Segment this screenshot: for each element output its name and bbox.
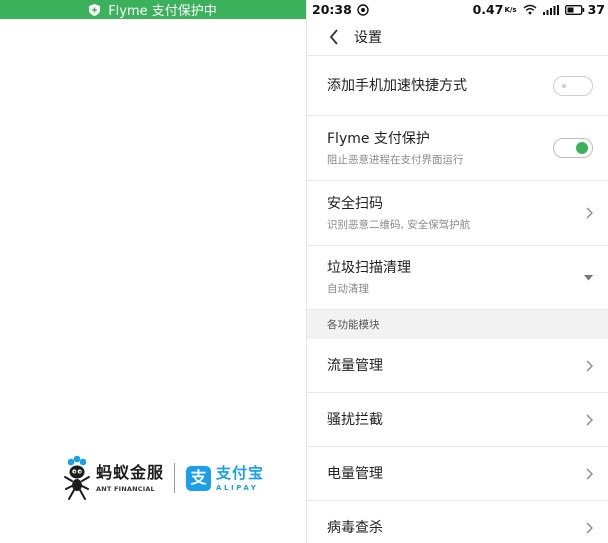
- alipay-wordmark: 支付宝 ALIPAY: [216, 463, 265, 492]
- back-arrow-icon[interactable]: [320, 23, 348, 51]
- setting-label: 安全扫码: [327, 195, 383, 212]
- settings-pane: 20:38 0.47 K/s 37 设置 添加手机加速快捷方式 Flyme 支付…: [306, 0, 608, 543]
- alipay-logo-icon: 支: [186, 465, 212, 491]
- setting-description: 识别恶意二维码, 安全保驾护航: [327, 218, 471, 231]
- battery-level: 37: [587, 2, 605, 17]
- chevron-right-icon: [586, 522, 593, 534]
- setting-label: 垃圾扫描清理: [327, 260, 411, 276]
- setting-harassment-blocking[interactable]: 骚扰拦截: [307, 393, 608, 447]
- setting-label: 骚扰拦截: [327, 411, 383, 428]
- section-header-modules: 各功能模块: [307, 310, 608, 339]
- ant-financial-logo-icon: [62, 455, 92, 501]
- setting-label: 电量管理: [327, 465, 383, 482]
- setting-flyme-pay-protection[interactable]: Flyme 支付保护 阻止恶意进程在支付界面运行: [307, 116, 608, 181]
- setting-traffic-management[interactable]: 流量管理: [307, 339, 608, 393]
- settings-list: 添加手机加速快捷方式 Flyme 支付保护 阻止恶意进程在支付界面运行 安全扫码…: [307, 56, 608, 543]
- signal-icon: [542, 4, 559, 15]
- notification-icon: [357, 3, 369, 16]
- setting-label: 流量管理: [327, 357, 383, 374]
- chevron-right-icon: [586, 207, 593, 219]
- status-time: 20:38: [312, 2, 352, 17]
- accelerate-toggle[interactable]: [553, 75, 593, 96]
- ant-financial-wordmark: 蚂蚁金服 ANT FINANCIAL: [96, 462, 165, 493]
- setting-security-scan[interactable]: 安全扫码 识别恶意二维码, 安全保驾护航: [307, 181, 608, 246]
- wifi-icon: [523, 4, 537, 15]
- settings-header: 设置: [307, 19, 608, 56]
- flyme-pay-toggle[interactable]: [553, 138, 593, 158]
- setting-description: 自动清理: [327, 283, 369, 295]
- status-bar: 20:38 0.47 K/s 37: [307, 0, 608, 19]
- setting-power-management[interactable]: 电量管理: [307, 447, 608, 501]
- setting-junk-cleanup[interactable]: 垃圾扫描清理 自动清理: [307, 246, 608, 310]
- alipay-name-en: ALIPAY: [216, 483, 259, 492]
- network-speed: 0.47: [472, 2, 504, 17]
- setting-virus-scan[interactable]: 病毒查杀: [307, 501, 608, 543]
- ant-name-en: ANT FINANCIAL: [96, 484, 155, 493]
- chevron-right-icon: [586, 414, 593, 426]
- alipay-name-cn: 支付宝: [216, 463, 265, 482]
- battery-icon: [564, 4, 585, 15]
- splash-pane: Flyme 支付保护中 蚂蚁金服 ANT FINANCIAL 支 支付宝 ALI…: [0, 0, 306, 543]
- ant-name-cn: 蚂蚁金服: [96, 462, 165, 482]
- shield-icon: [89, 3, 101, 16]
- network-speed-unit: K/s: [504, 5, 517, 14]
- banner-text: Flyme 支付保护中: [108, 4, 217, 19]
- dropdown-triangle-icon[interactable]: [584, 274, 593, 281]
- brand-divider: [174, 463, 176, 493]
- page-title: 设置: [354, 30, 382, 46]
- chevron-right-icon: [586, 360, 593, 372]
- brand-footer: 蚂蚁金服 ANT FINANCIAL 支 支付宝 ALIPAY: [62, 455, 264, 501]
- alipay-logo-glyph: 支: [190, 468, 207, 487]
- setting-label: 病毒查杀: [327, 520, 383, 536]
- chevron-right-icon: [586, 468, 593, 480]
- payment-protection-banner: Flyme 支付保护中: [0, 0, 306, 19]
- setting-accelerate-shortcut[interactable]: 添加手机加速快捷方式: [307, 56, 608, 116]
